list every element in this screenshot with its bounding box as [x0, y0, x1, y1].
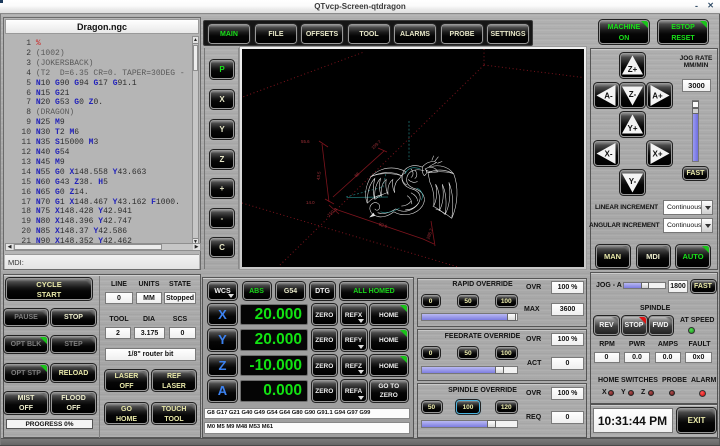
svg-text:Z-: Z- — [629, 90, 637, 99]
svg-text:Y-: Y- — [629, 177, 637, 186]
svg-text:A-: A- — [604, 92, 613, 101]
svg-text:X+: X+ — [652, 150, 662, 159]
svg-text:A+: A+ — [652, 92, 663, 101]
svg-text:-150.0: -150.0 — [325, 206, 338, 218]
svg-text:43.5: 43.5 — [316, 170, 322, 180]
svg-text:Z+: Z+ — [628, 65, 638, 74]
svg-text:Y+: Y+ — [627, 124, 637, 133]
svg-text:88: 88 — [353, 170, 360, 177]
svg-text:X-: X- — [605, 150, 613, 159]
svg-text:55.6: 55.6 — [301, 139, 310, 144]
svg-text:159.7: 159.7 — [370, 138, 382, 149]
svg-text:82.6: 82.6 — [378, 221, 388, 229]
svg-text:14.0: 14.0 — [306, 200, 315, 205]
